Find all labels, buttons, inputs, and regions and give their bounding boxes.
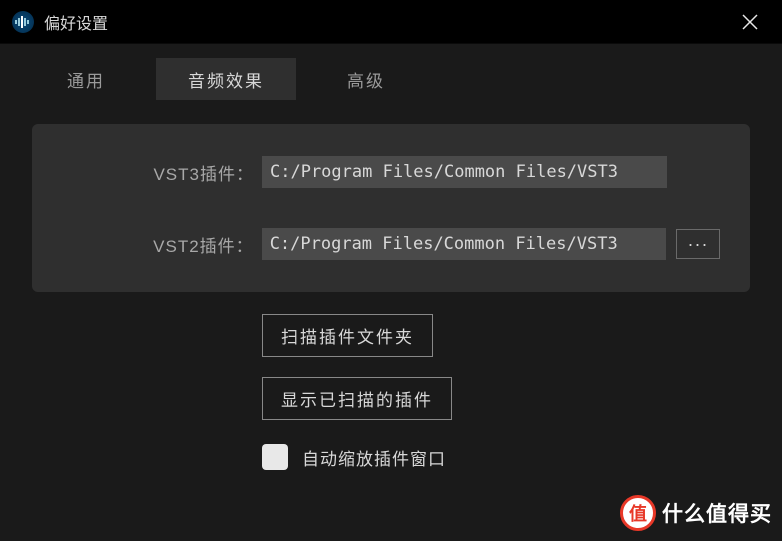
browse-button[interactable]: ··· <box>676 229 720 259</box>
actions: 扫描插件文件夹 显示已扫描的插件 自动缩放插件窗口 <box>0 314 782 470</box>
close-button[interactable] <box>730 2 770 42</box>
watermark-badge: 值 <box>620 495 656 531</box>
auto-scale-row: 自动缩放插件窗口 <box>262 444 446 470</box>
titlebar: 偏好设置 <box>0 0 782 44</box>
vst2-label: VST2插件： <box>62 232 262 257</box>
auto-scale-checkbox[interactable] <box>262 444 288 470</box>
show-scanned-button[interactable]: 显示已扫描的插件 <box>262 377 452 420</box>
app-icon <box>12 11 34 33</box>
vst3-label: VST3插件： <box>62 160 262 185</box>
scan-plugins-button[interactable]: 扫描插件文件夹 <box>262 314 433 357</box>
watermark-text: 什么值得买 <box>662 498 772 528</box>
vst3-path-input[interactable] <box>262 156 667 188</box>
auto-scale-label: 自动缩放插件窗口 <box>302 445 446 470</box>
settings-panel: VST3插件： VST2插件： ··· <box>32 124 750 292</box>
tabs: 通用 音频效果 高级 <box>16 58 782 100</box>
vst2-row: VST2插件： ··· <box>62 228 720 260</box>
content-area: 通用 音频效果 高级 VST3插件： VST2插件： ··· 扫描插件文件夹 显… <box>0 44 782 541</box>
close-icon <box>742 14 758 30</box>
tab-audio-effects[interactable]: 音频效果 <box>156 58 296 100</box>
tab-general[interactable]: 通用 <box>16 58 156 100</box>
vst3-row: VST3插件： <box>62 156 720 188</box>
vst2-path-input[interactable] <box>262 228 666 260</box>
watermark: 值 什么值得买 <box>620 495 772 531</box>
window-title: 偏好设置 <box>44 10 730 34</box>
tab-advanced[interactable]: 高级 <box>296 58 436 100</box>
